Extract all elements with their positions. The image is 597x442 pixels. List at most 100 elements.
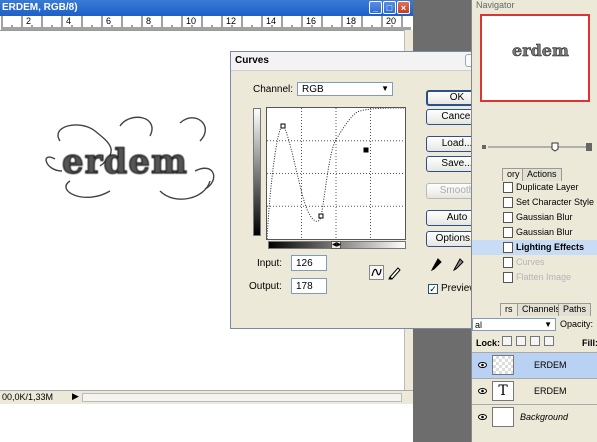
- history-item-label: Lighting Effects: [516, 242, 584, 252]
- channel-value: RGB: [302, 84, 324, 95]
- close-button[interactable]: ×: [397, 1, 410, 14]
- curve-point-selected[interactable]: [363, 147, 369, 153]
- preview-checkbox[interactable]: ✓: [428, 284, 438, 294]
- ruler-number: 10: [186, 16, 197, 26]
- channel-label: Channel:: [253, 84, 294, 95]
- ruler-number: 14: [266, 16, 277, 26]
- history-state-icon: [503, 197, 513, 208]
- layer-name: Background: [520, 412, 569, 422]
- layer-row[interactable]: Background: [472, 404, 597, 430]
- history-item[interactable]: Lighting Effects: [472, 240, 597, 255]
- history-item-label: Gaussian Blur: [516, 227, 573, 237]
- ruler-number: 6: [106, 16, 112, 26]
- lock-pixels-icon[interactable]: [516, 336, 526, 346]
- layer-row[interactable]: T ERDEM: [472, 378, 597, 404]
- ruler-number: 16: [306, 16, 317, 26]
- eye-icon[interactable]: [478, 387, 487, 395]
- ruler-number: 4: [66, 16, 72, 26]
- output-field[interactable]: 178: [291, 278, 327, 294]
- curves-titlebar[interactable]: Curves ✕: [231, 52, 497, 71]
- status-bar: 00,0K/1,33M ▶: [0, 390, 413, 405]
- ruler-number: 20: [386, 16, 397, 26]
- lock-all-icon[interactable]: [544, 336, 554, 346]
- document-bottom-area: [0, 404, 413, 442]
- history-state-icon: [503, 227, 513, 238]
- output-gradient-bar: [253, 108, 261, 236]
- zoom-slider[interactable]: [482, 142, 592, 152]
- curves-title: Curves: [235, 55, 269, 66]
- curves-graph-svg: [267, 108, 405, 239]
- chevron-down-icon: ▼: [381, 84, 389, 93]
- canvas-artwork-text: erdem: [62, 142, 188, 182]
- navigator-panel: Navigator erdem: [471, 0, 597, 160]
- lock-transparency-icon[interactable]: [502, 336, 512, 346]
- document-horizontal-scrollbar[interactable]: [82, 393, 402, 402]
- blend-mode-select[interactable]: al ▼: [472, 318, 556, 331]
- ruler-number: 12: [226, 16, 237, 26]
- history-list: Duplicate Layer Set Character Style Gaussi…: [472, 180, 597, 285]
- ruler-number: 18: [346, 16, 357, 26]
- opacity-label: Opacity:: [560, 319, 594, 329]
- history-item[interactable]: Duplicate Layer: [472, 180, 597, 195]
- maximize-button[interactable]: □: [383, 1, 396, 14]
- ruler-number: 2: [26, 16, 32, 26]
- document-titlebar[interactable]: ERDEM, RGB/8) _ □ ×: [0, 0, 413, 16]
- layers-panel: rs Channels Paths al ▼ Opacity: Lock: Fi…: [471, 300, 597, 442]
- history-panel: ory Actions Duplicate Layer Set Character…: [471, 160, 597, 300]
- tab-paths[interactable]: Paths: [558, 303, 592, 316]
- eye-icon[interactable]: [478, 413, 487, 421]
- history-item[interactable]: Gaussian Blur: [472, 210, 597, 225]
- layer-thumbnail: [492, 407, 514, 427]
- lock-label: Lock:: [476, 338, 501, 348]
- eye-icon[interactable]: [478, 361, 487, 369]
- history-item[interactable]: Set Character Style: [472, 195, 597, 210]
- history-item[interactable]: Flatten Image: [472, 270, 597, 285]
- layer-thumbnail: [492, 355, 514, 375]
- history-item[interactable]: Curves: [472, 255, 597, 270]
- blend-mode-value: al: [475, 320, 483, 330]
- black-eyedropper-icon[interactable]: [430, 258, 442, 272]
- history-state-icon: [503, 182, 513, 193]
- input-label: Input:: [257, 258, 283, 269]
- output-label: Output:: [249, 281, 282, 292]
- navigator-thumb-text: erdem: [512, 41, 569, 60]
- history-item-label: Duplicate Layer: [516, 182, 579, 192]
- curve-point[interactable]: [318, 213, 324, 219]
- ruler-number: 8: [146, 16, 152, 26]
- history-item-label: Set Character Style: [516, 197, 595, 207]
- input-field[interactable]: 126: [291, 255, 327, 271]
- gray-eyedropper-icon[interactable]: [452, 258, 464, 272]
- layer-row[interactable]: ERDEM: [472, 352, 597, 378]
- lock-position-icon[interactable]: [530, 336, 540, 346]
- fill-label: Fill:: [582, 338, 597, 348]
- layer-name: ERDEM: [534, 386, 567, 396]
- pencil-tool-icon[interactable]: [387, 265, 402, 280]
- status-menu-arrow-icon[interactable]: ▶: [72, 391, 79, 402]
- history-state-icon: [503, 257, 513, 268]
- history-item-label: Gaussian Blur: [516, 212, 573, 222]
- history-state-icon: [503, 242, 513, 253]
- curves-dialog: Curves ✕ Channel: RGB ▼ ◀▶ Input: 126 Ou…: [230, 51, 498, 329]
- gradient-toggle-icon[interactable]: ◀▶: [331, 241, 341, 249]
- curve-point[interactable]: [280, 123, 286, 129]
- curves-graph[interactable]: [266, 107, 406, 240]
- history-tabs: ory Actions: [472, 168, 597, 181]
- tab-layers[interactable]: rs: [500, 303, 518, 316]
- history-item-label: Flatten Image: [516, 272, 572, 282]
- navigator-thumbnail[interactable]: erdem: [480, 14, 590, 102]
- text-layer-icon: T: [492, 381, 514, 401]
- document-title: ERDEM, RGB/8): [2, 2, 78, 13]
- horizontal-ruler: 246810121416182022: [0, 16, 436, 31]
- layers-tabs: rs Channels Paths: [472, 303, 597, 316]
- history-state-icon: [503, 272, 513, 283]
- history-state-icon: [503, 212, 513, 223]
- history-item-label: Curves: [516, 257, 545, 267]
- tab-navigator[interactable]: Navigator: [476, 0, 515, 10]
- history-item[interactable]: Gaussian Blur: [472, 225, 597, 240]
- layer-name: ERDEM: [534, 360, 567, 370]
- channel-select[interactable]: RGB ▼: [297, 82, 393, 96]
- chevron-down-icon: ▼: [544, 320, 552, 329]
- minimize-button[interactable]: _: [369, 1, 382, 14]
- document-size-readout: 00,0K/1,33M: [2, 392, 54, 402]
- curve-tool-icon[interactable]: [369, 265, 384, 280]
